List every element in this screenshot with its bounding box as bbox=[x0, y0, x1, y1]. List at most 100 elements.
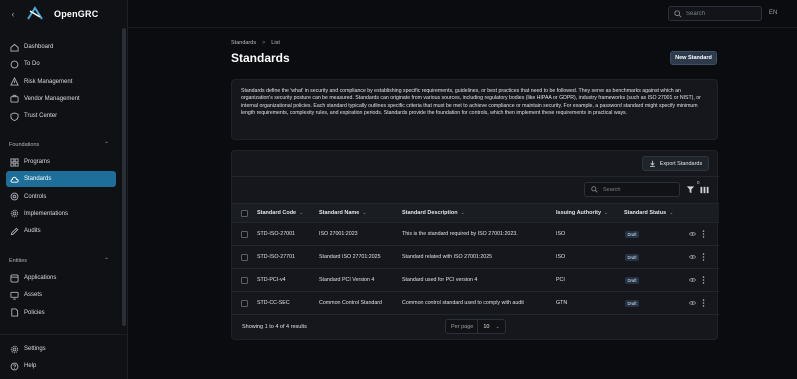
cell-authority: GTN bbox=[556, 300, 568, 306]
language-switcher[interactable]: EN bbox=[769, 10, 777, 16]
cell-name: Standard ISO 27701:2025 bbox=[319, 254, 381, 260]
chevron-down-icon: ⌄ bbox=[362, 210, 367, 216]
table-row[interactable]: STD-CC-SEC Common Control Standard Common … bbox=[232, 292, 719, 315]
table-search[interactable] bbox=[584, 182, 680, 197]
table-search-input[interactable] bbox=[603, 186, 673, 193]
sidebar-item-label: Audits bbox=[24, 228, 41, 235]
chevron-up-icon[interactable]: ⌃ bbox=[104, 257, 109, 264]
chevron-down-icon: ⌄ bbox=[604, 210, 609, 216]
sidebar-item-risk-management[interactable]: Risk Management bbox=[6, 74, 116, 90]
sidebar-item-implementations[interactable]: Implementations bbox=[6, 206, 116, 222]
sidebar-item-label: Vendor Management bbox=[24, 95, 80, 102]
breadcrumb-list: List bbox=[271, 40, 280, 46]
global-search-input[interactable] bbox=[686, 10, 756, 17]
search-icon bbox=[591, 186, 598, 193]
col-standard-status[interactable]: Standard Status ⌄ bbox=[624, 210, 673, 216]
per-page-select[interactable]: Per page 10 ⌄ bbox=[445, 319, 506, 334]
topbar-divider bbox=[128, 27, 797, 28]
eye-icon[interactable] bbox=[689, 254, 696, 260]
breadcrumb-standards[interactable]: Standards bbox=[231, 40, 256, 46]
eye-icon[interactable] bbox=[689, 231, 696, 237]
sidebar-item-standards[interactable]: Standards bbox=[6, 171, 116, 188]
cell-code: STD-ISO-27701 bbox=[257, 254, 295, 260]
cell-authority: ISO bbox=[556, 254, 566, 260]
row-checkbox[interactable] bbox=[241, 231, 248, 238]
row-checkbox[interactable] bbox=[241, 254, 248, 261]
gear-icon bbox=[9, 209, 19, 219]
cell-name: Standard PCI Version 4 bbox=[319, 277, 375, 283]
col-label: Standard Name bbox=[319, 210, 360, 216]
breadcrumb: Standards > List bbox=[231, 40, 280, 46]
sidebar-item-label: Policies bbox=[24, 309, 45, 316]
sidebar-item-label: To Do bbox=[24, 61, 40, 68]
sidebar-item-to-do[interactable]: To Do bbox=[6, 56, 116, 72]
shield-icon bbox=[9, 111, 19, 121]
sidebar-item-label: Applications bbox=[24, 275, 57, 281]
sidebar-item-vendor-management[interactable]: Vendor Management bbox=[6, 91, 116, 107]
status-badge: Draft bbox=[625, 300, 640, 307]
sidebar-item-controls[interactable]: Controls bbox=[6, 189, 116, 205]
pen-icon bbox=[9, 226, 19, 236]
sidebar-item-audits[interactable]: Audits bbox=[6, 223, 116, 239]
brand: ‹ OpenGRC bbox=[0, 0, 128, 28]
doc-icon bbox=[9, 308, 19, 318]
eye-icon[interactable] bbox=[689, 300, 696, 306]
pagination-summary: Showing 1 to 4 of 4 results bbox=[242, 324, 307, 330]
back-chevron-icon[interactable]: ‹ bbox=[8, 9, 18, 19]
columns-icon[interactable] bbox=[700, 186, 709, 194]
sidebar-item-label: Assets bbox=[24, 292, 43, 299]
select-all-checkbox[interactable] bbox=[241, 210, 248, 217]
sidebar-item-label: Dashboard bbox=[24, 44, 54, 50]
chevron-down-icon: ⌄ bbox=[299, 210, 304, 216]
grid-icon bbox=[9, 157, 19, 167]
sidebar-item-applications[interactable]: Applications bbox=[6, 270, 116, 286]
home-icon bbox=[9, 42, 19, 52]
table-row[interactable]: STD-ISO-27001 ISO 27001:2023 This is the s… bbox=[232, 223, 719, 246]
sidebar-item-trust-center[interactable]: Trust Center bbox=[6, 108, 116, 124]
per-page-label: Per page bbox=[451, 323, 474, 330]
cell-authority: ISO bbox=[556, 231, 566, 237]
sidebar: ‹ OpenGRC Foundations ⌃ Entities ⌃ Dashb… bbox=[0, 0, 128, 379]
table-row[interactable]: STD-PCI-v4 Standard PCI Version 4 Standard… bbox=[232, 269, 719, 292]
cell-description: Common control standard used to comply w… bbox=[402, 300, 524, 306]
global-search[interactable] bbox=[668, 6, 762, 21]
col-issuing-authority[interactable]: Issuing Authority ⌄ bbox=[556, 210, 608, 216]
circle-icon bbox=[9, 59, 19, 69]
col-standard-name[interactable]: Standard Name ⌄ bbox=[319, 210, 367, 216]
col-standard-code[interactable]: Standard Code ⌄ bbox=[257, 210, 303, 216]
chevron-down-icon: ⌄ bbox=[495, 323, 500, 330]
export-standards-button[interactable]: Export Standards bbox=[642, 156, 709, 171]
new-standard-button[interactable]: New Standard bbox=[670, 51, 717, 65]
table-header: Standard Code ⌄ Standard Name ⌄ Standard D… bbox=[232, 203, 719, 223]
gear-icon bbox=[9, 344, 19, 354]
sidebar-item-label: Implementations bbox=[24, 210, 69, 217]
more-vertical-icon[interactable] bbox=[702, 299, 705, 307]
filter-icon[interactable] bbox=[686, 185, 695, 194]
eye-icon[interactable] bbox=[689, 277, 696, 283]
sidebar-item-settings[interactable]: Settings bbox=[6, 341, 116, 357]
page-title: Standards bbox=[231, 51, 290, 65]
col-label: Standard Description bbox=[402, 210, 458, 216]
sidebar-item-programs[interactable]: Programs bbox=[6, 154, 116, 170]
sidebar-item-help[interactable]: Help bbox=[6, 358, 116, 374]
more-vertical-icon[interactable] bbox=[702, 253, 705, 261]
sidebar-item-label: Trust Center bbox=[24, 113, 58, 120]
logo-icon bbox=[27, 6, 43, 20]
chevron-up-icon[interactable]: ⌃ bbox=[104, 141, 109, 148]
more-vertical-icon[interactable] bbox=[702, 230, 705, 238]
chevron-down-icon: ⌄ bbox=[669, 210, 674, 216]
cell-name: ISO 27001:2023 bbox=[319, 231, 358, 237]
sidebar-scrollbar[interactable] bbox=[122, 28, 126, 326]
more-vertical-icon[interactable] bbox=[702, 276, 705, 284]
sidebar-divider bbox=[0, 334, 128, 335]
cell-authority: PCI bbox=[556, 277, 565, 283]
download-icon bbox=[649, 160, 655, 167]
cell-code: STD-PCI-v4 bbox=[257, 277, 286, 283]
row-checkbox[interactable] bbox=[241, 277, 248, 284]
table-row[interactable]: STD-ISO-27701 Standard ISO 27701:2025 Stan… bbox=[232, 246, 719, 269]
col-standard-description[interactable]: Standard Description ⌄ bbox=[402, 210, 465, 216]
row-checkbox[interactable] bbox=[241, 300, 248, 307]
sidebar-item-policies[interactable]: Policies bbox=[6, 305, 116, 321]
sidebar-item-dashboard[interactable]: Dashboard bbox=[6, 39, 116, 55]
sidebar-item-assets[interactable]: Assets bbox=[6, 287, 116, 303]
